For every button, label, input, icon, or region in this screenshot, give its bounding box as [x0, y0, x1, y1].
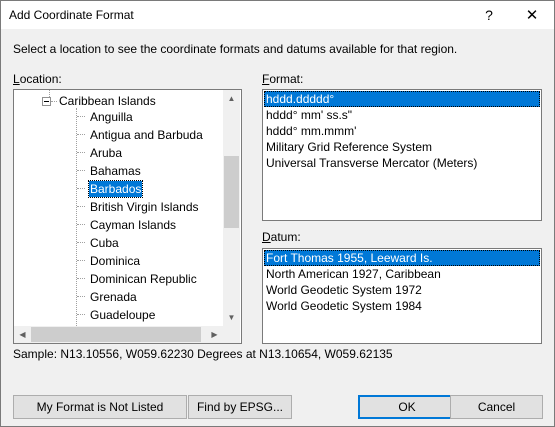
datum-label: Datum: — [262, 230, 301, 244]
datum-list-item[interactable]: World Geodetic System 1972 — [263, 282, 541, 298]
vertical-scroll-thumb[interactable] — [224, 156, 239, 228]
tree-node-label: Dominica — [90, 254, 141, 268]
close-icon: ✕ — [525, 7, 539, 24]
tree-node-caribbean-islands[interactable]: Caribbean Islands — [59, 94, 156, 108]
location-label: Location: — [13, 72, 62, 86]
tree-node-label: Anguilla — [90, 110, 133, 124]
tree-node-label: Bahamas — [90, 164, 141, 178]
scroll-up-icon[interactable]: ▲ — [223, 90, 240, 107]
tree-node-label: Cayman Islands — [90, 218, 177, 232]
format-list-item[interactable]: hddd.ddddd° — [264, 91, 540, 107]
datum-listbox[interactable]: Fort Thomas 1955, Leeward Is. North Ameri… — [262, 248, 542, 344]
tree-node-label: Aruba — [90, 146, 123, 160]
help-icon: ? — [485, 7, 493, 23]
tree-horizontal-scrollbar[interactable]: ◀ ▶ — [14, 326, 223, 343]
format-list-item[interactable]: Universal Transverse Mercator (Meters) — [263, 155, 541, 171]
scroll-right-icon[interactable]: ▶ — [206, 326, 223, 343]
tree-node-label: Barbados — [87, 180, 144, 198]
datum-list-item[interactable]: North American 1927, Caribbean — [263, 266, 541, 282]
format-list-item[interactable]: Military Grid Reference System — [263, 139, 541, 155]
ok-button[interactable]: OK — [358, 395, 456, 419]
close-button[interactable]: ✕ — [510, 1, 554, 29]
format-list-item[interactable]: hddd° mm' ss.s" — [263, 107, 541, 123]
title-bar: Add Coordinate Format ? ✕ — [1, 1, 554, 29]
format-list-item[interactable]: hddd° mm.mmm' — [263, 123, 541, 139]
instructions-text: Select a location to see the coordinate … — [13, 42, 458, 56]
tree-node-label: Grenada — [90, 290, 137, 304]
location-tree-viewport: Caribbean Islands Anguilla Antigua and Ba… — [14, 90, 223, 326]
tree-node-label: British Virgin Islands — [90, 200, 199, 214]
scroll-down-icon[interactable]: ▼ — [223, 309, 240, 326]
sample-text: Sample: N13.10556, W059.62230 Degrees at… — [13, 347, 393, 361]
location-tree[interactable]: Caribbean Islands Anguilla Antigua and Ba… — [13, 89, 242, 344]
horizontal-scroll-thumb[interactable] — [31, 327, 201, 342]
window-title: Add Coordinate Format — [9, 8, 134, 22]
collapse-icon[interactable] — [42, 97, 51, 106]
find-by-epsg-button[interactable]: Find by EPSG... — [188, 395, 292, 419]
cancel-button[interactable]: Cancel — [450, 395, 543, 419]
help-button[interactable]: ? — [467, 1, 511, 29]
tree-node-label: Dominican Republic — [90, 272, 197, 286]
datum-list-item[interactable]: World Geodetic System 1984 — [263, 298, 541, 314]
tree-node-label: Antigua and Barbuda — [90, 128, 203, 142]
datum-list-item[interactable]: Fort Thomas 1955, Leeward Is. — [264, 250, 540, 266]
format-listbox[interactable]: hddd.ddddd° hddd° mm' ss.s" hddd° mm.mmm' M… — [262, 89, 542, 221]
my-format-not-listed-button[interactable]: My Format is Not Listed — [13, 395, 187, 419]
scroll-left-icon[interactable]: ◀ — [14, 326, 31, 343]
tree-node-label: Guadeloupe — [90, 308, 156, 322]
add-coordinate-format-dialog: Add Coordinate Format ? ✕ Select a locat… — [0, 0, 555, 427]
format-label: Format: — [262, 72, 304, 86]
tree-vertical-scrollbar[interactable]: ▲ ▼ — [223, 90, 240, 326]
scrollbar-corner — [223, 326, 240, 343]
tree-node-label: Cuba — [90, 236, 119, 250]
